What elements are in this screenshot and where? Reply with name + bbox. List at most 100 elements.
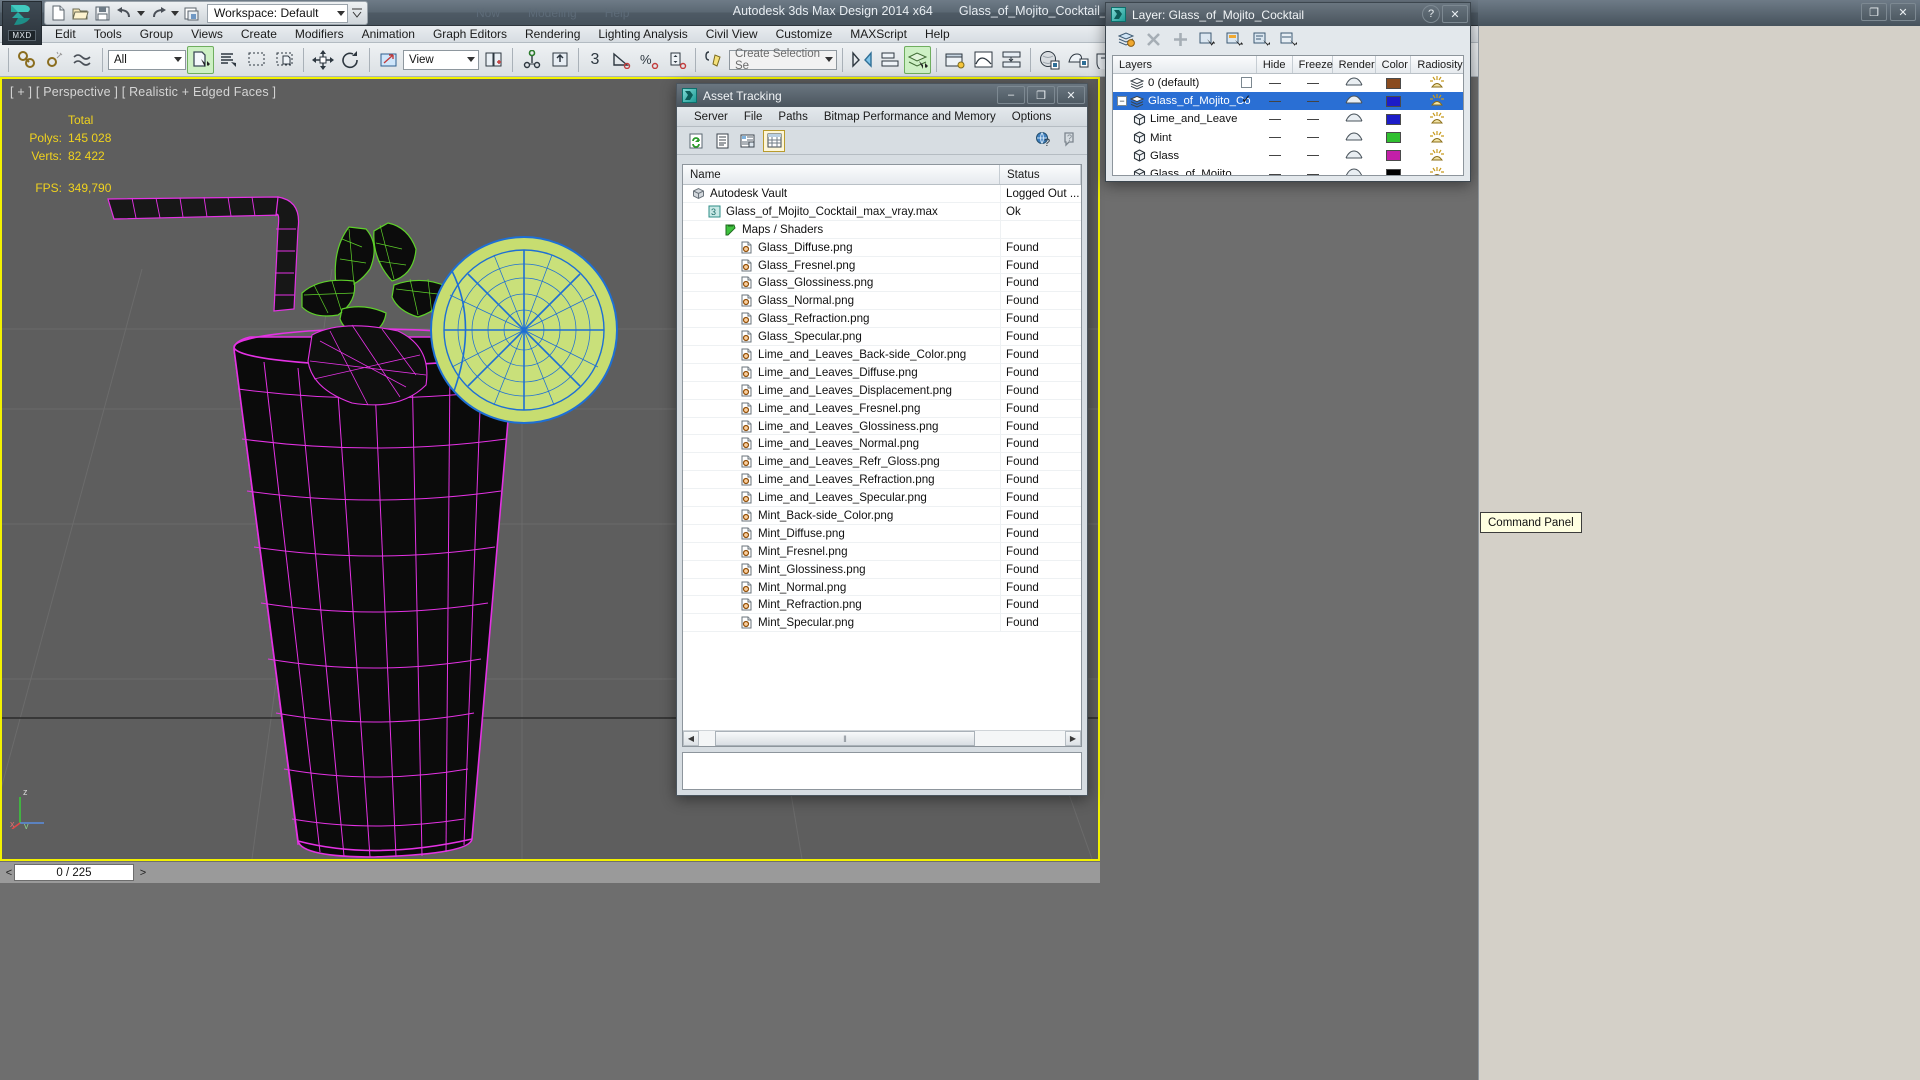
asset-row[interactable]: Lime_and_Leaves_Fresnel.png Found: [683, 399, 1081, 418]
column-header-render[interactable]: Render: [1333, 56, 1376, 73]
menu-animation[interactable]: Animation: [353, 26, 424, 43]
asset-menu-bitmap-performance[interactable]: Bitmap Performance and Memory: [816, 107, 1004, 127]
column-header-hide[interactable]: Hide: [1257, 56, 1293, 73]
layer-row[interactable]: Glass: [1113, 147, 1463, 165]
curve-editor-icon[interactable]: [970, 46, 997, 74]
column-header-layers[interactable]: Layers: [1113, 56, 1257, 73]
workspace-selector[interactable]: Workspace: Default: [207, 3, 348, 23]
command-panel[interactable]: [1478, 26, 1920, 1080]
refresh-icon[interactable]: [685, 130, 707, 152]
asset-row[interactable]: Mint_Specular.png Found: [683, 614, 1081, 633]
layer-freeze-cell[interactable]: [1293, 165, 1333, 175]
application-menu-button[interactable]: MXD: [2, 1, 42, 45]
add-layer-icon[interactable]: [1170, 29, 1190, 49]
select-objects-in-layer-icon[interactable]: [1197, 29, 1217, 49]
cp-restore-button[interactable]: ❐: [1861, 3, 1887, 21]
asset-maximize-button[interactable]: ❐: [1027, 86, 1055, 104]
freeze-dash-icon[interactable]: [1306, 118, 1319, 120]
unlink-selection-icon[interactable]: [42, 46, 69, 74]
window-crossing-icon[interactable]: [271, 46, 298, 74]
schematic-view-icon[interactable]: [998, 46, 1025, 74]
column-header-name[interactable]: Name: [683, 165, 1000, 184]
select-and-rotate-icon[interactable]: [337, 46, 364, 74]
delete-layer-icon[interactable]: [1143, 29, 1163, 49]
select-object-icon[interactable]: [187, 45, 214, 74]
asset-tracking-grid[interactable]: Name Status Autodesk Vault Logged Out ...…: [682, 164, 1082, 747]
scroll-track[interactable]: ‖: [699, 731, 1065, 746]
viewport-label[interactable]: [ + ] [ Perspective ] [ Realistic + Edge…: [10, 85, 276, 99]
menu-views[interactable]: Views: [182, 26, 232, 43]
hide-dash-icon[interactable]: [1269, 155, 1282, 157]
align-icon[interactable]: [876, 46, 903, 74]
percent-snap-toggle-icon[interactable]: %: [635, 46, 662, 74]
render-icon[interactable]: [1345, 112, 1363, 126]
layer-freeze-cell[interactable]: [1293, 74, 1333, 92]
layer-explorer-icon[interactable]: [904, 45, 931, 74]
layer-radiosity-cell[interactable]: [1411, 110, 1463, 128]
layer-render-cell[interactable]: [1333, 110, 1376, 128]
scroll-right-arrow-icon[interactable]: ▶: [1065, 731, 1081, 746]
layer-freeze-cell[interactable]: [1293, 92, 1333, 110]
material-editor-icon[interactable]: [1036, 46, 1063, 74]
layer-color-swatch[interactable]: [1385, 150, 1401, 162]
select-highlighted-objects-icon[interactable]: [1224, 29, 1244, 49]
use-pivot-point-center-icon[interactable]: [480, 46, 507, 74]
asset-menu-options[interactable]: Options: [1004, 107, 1060, 127]
asset-row[interactable]: Mint_Diffuse.png Found: [683, 524, 1081, 543]
layer-render-cell[interactable]: [1333, 165, 1376, 175]
layer-color-swatch[interactable]: [1385, 132, 1401, 144]
layer-grid-body[interactable]: 0 (default) − Glass_of_Mojito_Co ✓ Lime_and_…: [1113, 74, 1463, 175]
asset-tracking-window[interactable]: Asset Tracking – ❐ ✕ Server File Paths B…: [676, 83, 1088, 796]
column-header-radiosity[interactable]: Radiosity: [1411, 56, 1463, 73]
layer-help-button[interactable]: ?: [1422, 5, 1440, 23]
asset-row[interactable]: Lime_and_Leaves_Normal.png Found: [683, 435, 1081, 454]
layer-row[interactable]: Lime_and_Leave: [1113, 110, 1463, 128]
asset-row[interactable]: Lime_and_Leaves_Refr_Gloss.png Found: [683, 453, 1081, 472]
layer-render-cell[interactable]: [1333, 129, 1376, 147]
render-icon[interactable]: [1345, 94, 1363, 108]
spinner-snap-toggle-icon[interactable]: [663, 46, 690, 74]
asset-menu-file[interactable]: File: [736, 107, 771, 127]
detail-view-icon[interactable]: [737, 130, 759, 152]
freeze-dash-icon[interactable]: [1306, 100, 1319, 102]
asset-row[interactable]: Glass_Fresnel.png Found: [683, 256, 1081, 275]
render-icon[interactable]: [1345, 149, 1363, 163]
freeze-dash-icon[interactable]: [1306, 173, 1319, 175]
menu-edit[interactable]: Edit: [46, 26, 85, 43]
select-and-link-icon[interactable]: [14, 46, 41, 74]
select-and-scale-icon[interactable]: [375, 46, 402, 74]
asset-row[interactable]: Lime_and_Leaves_Glossiness.png Found: [683, 417, 1081, 436]
qat-overflow-icon[interactable]: [350, 3, 364, 23]
asset-row[interactable]: Mint_Glossiness.png Found: [683, 560, 1081, 579]
menu-modifiers[interactable]: Modifiers: [286, 26, 353, 43]
hide-unselected-layers-icon[interactable]: [1278, 29, 1298, 49]
layer-hide-cell[interactable]: [1257, 74, 1293, 92]
list-view-icon[interactable]: [711, 130, 733, 152]
layer-row[interactable]: 0 (default): [1113, 74, 1463, 92]
asset-close-button[interactable]: ✕: [1057, 86, 1085, 104]
asset-row[interactable]: Glass_Glossiness.png Found: [683, 274, 1081, 293]
render-icon[interactable]: [1345, 76, 1363, 90]
layer-color-swatch[interactable]: [1385, 77, 1401, 89]
asset-row[interactable]: Glass_Specular.png Found: [683, 328, 1081, 347]
layer-color-cell[interactable]: [1376, 129, 1412, 147]
layer-color-cell[interactable]: [1376, 74, 1412, 92]
snap-toggle-icon[interactable]: [546, 46, 573, 74]
asset-row[interactable]: Lime_and_Leaves_Back-side_Color.png Found: [683, 346, 1081, 364]
layer-render-cell[interactable]: [1333, 74, 1376, 92]
column-header-color[interactable]: Color: [1376, 56, 1412, 73]
layer-row-name[interactable]: 0 (default): [1113, 77, 1257, 90]
layer-hide-cell[interactable]: [1257, 129, 1293, 147]
layer-freeze-cell[interactable]: [1293, 110, 1333, 128]
layer-row[interactable]: Glass_of_Mojito_: [1113, 165, 1463, 175]
menu-customize[interactable]: Customize: [767, 26, 842, 43]
asset-row[interactable]: Mint_Normal.png Found: [683, 578, 1081, 597]
asset-row[interactable]: Glass_Refraction.png Found: [683, 310, 1081, 329]
freeze-dash-icon[interactable]: [1306, 137, 1319, 139]
expander-icon[interactable]: −: [1117, 96, 1127, 107]
asset-grid-horizontal-scrollbar[interactable]: ◀ ‖ ▶: [683, 730, 1081, 746]
menu-graph-editors[interactable]: Graph Editors: [424, 26, 516, 43]
layer-render-cell[interactable]: [1333, 147, 1376, 165]
asset-row[interactable]: Lime_and_Leaves_Displacement.png Found: [683, 381, 1081, 400]
asset-row[interactable]: Lime_and_Leaves_Refraction.png Found: [683, 471, 1081, 490]
